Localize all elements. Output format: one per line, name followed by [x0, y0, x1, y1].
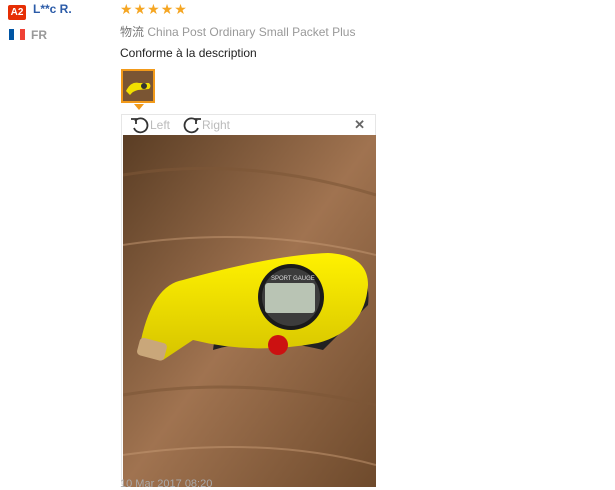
rotate-left-label: Left: [150, 118, 171, 132]
star-icon: ★: [133, 1, 147, 17]
thumbnail-pointer: [134, 104, 144, 110]
shipping-method: China Post Ordinary Small Packet Plus: [147, 25, 356, 39]
feedback-text: Conforme à la description: [120, 46, 257, 60]
star-icon: ★: [120, 1, 133, 17]
rotate-right-label: Right: [202, 118, 231, 132]
photo-thumbnail[interactable]: [121, 69, 155, 103]
country-flag-icon: [9, 29, 25, 40]
sport-gauge-photo: SPORT GAUGE: [123, 135, 376, 487]
reviewer-name[interactable]: L**c R.: [33, 2, 72, 16]
viewer-toolbar: Left Right ✕: [122, 115, 375, 135]
star-icon: ★: [174, 1, 187, 17]
review-photo: SPORT GAUGE: [123, 135, 376, 487]
reviewer-country: FR: [31, 28, 47, 42]
review-date: 10 Mar 2017 08:20: [120, 478, 213, 490]
flag-stripe-red: [19, 29, 25, 40]
star-icon: ★: [147, 1, 160, 17]
thumbnail-image: [123, 71, 153, 101]
rotate-right-button[interactable]: Right: [182, 116, 230, 134]
rotate-left-icon: [131, 117, 149, 134]
shipping-info: 物流 China Post Ordinary Small Packet Plus: [120, 23, 355, 40]
rotate-right-icon: [183, 117, 201, 134]
photo-viewer: Left Right ✕ SPORT GAUGE: [121, 114, 376, 487]
reviewer-level-badge: A2: [8, 5, 26, 20]
star-icon: ★: [160, 1, 174, 17]
gauge-label: SPORT GAUGE: [271, 276, 315, 282]
rotate-left-button[interactable]: Left: [130, 116, 170, 134]
rating-stars: ★ ★ ★ ★ ★: [120, 1, 187, 17]
close-icon[interactable]: ✕: [354, 118, 365, 132]
shipping-prefix: 物流: [120, 25, 145, 39]
